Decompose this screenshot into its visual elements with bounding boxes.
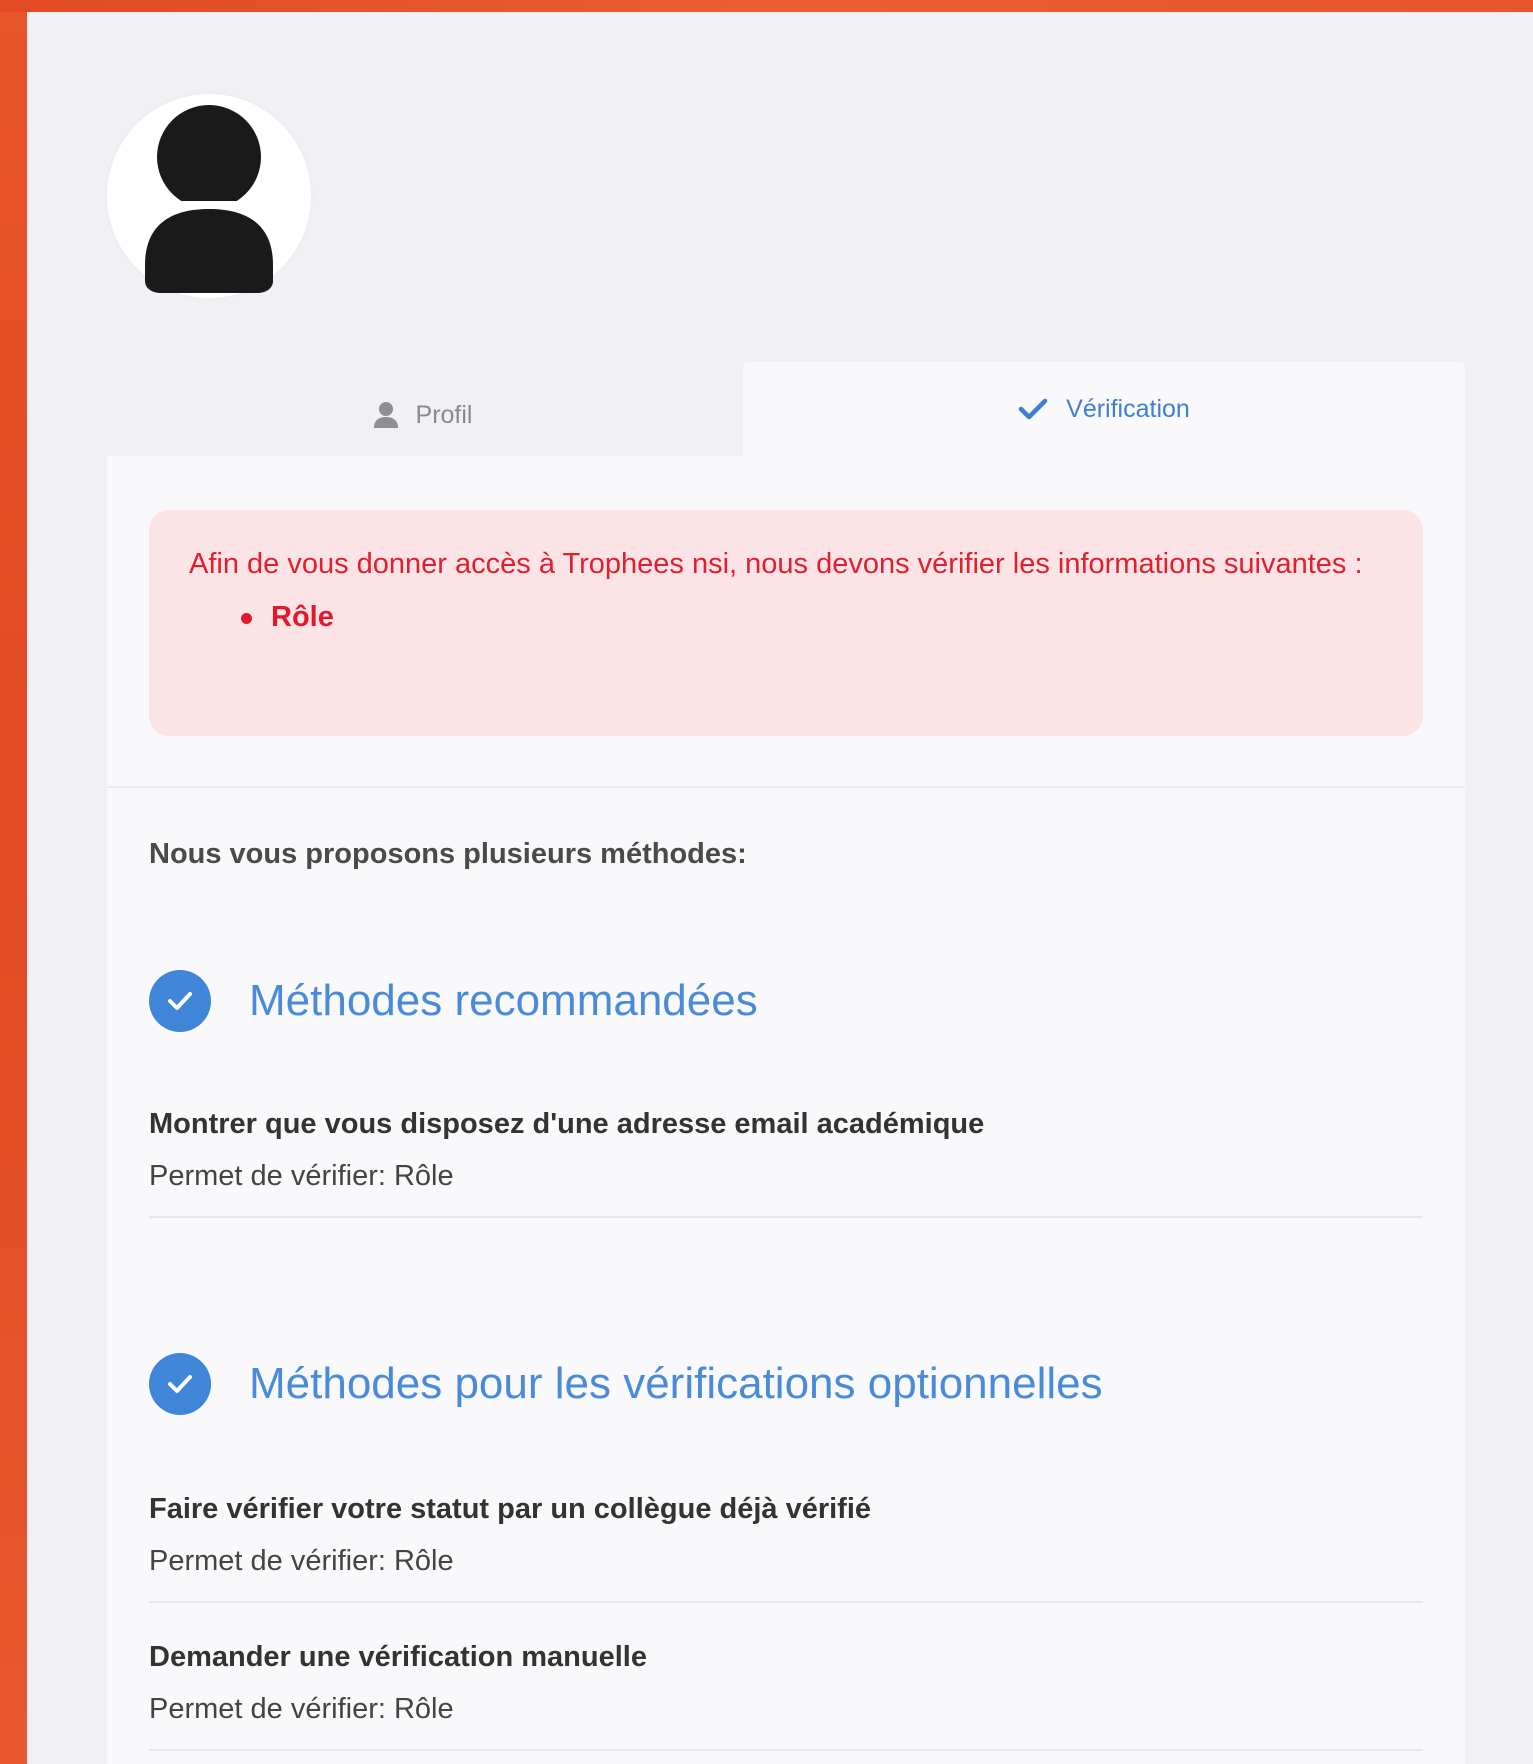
tab-verification[interactable]: Vérification [743,362,1465,456]
tab-verification-label: Vérification [1066,394,1190,423]
divider [107,786,1465,788]
method-subtitle: Permet de vérifier: Rôle [149,1160,454,1192]
tab-profile[interactable]: Profil [107,374,739,456]
orange-frame-left [0,0,27,1764]
method-subtitle: Permet de vérifier: Rôle [149,1693,454,1725]
alert-list-item: Rôle [241,591,1383,643]
section-title: Méthodes pour les vérifications optionne… [249,1359,1103,1408]
method-item[interactable]: Montrer que vous disposez d'une adresse … [149,1104,1423,1218]
check-circle-icon [149,1353,211,1415]
section-recommended-header: Méthodes recommandées [149,970,758,1032]
verification-card: Afin de vous donner accès à Trophees nsi… [107,456,1465,1764]
method-divider [149,1601,1423,1603]
methods-intro: Nous vous proposons plusieurs méthodes: [149,838,747,870]
orange-frame-top [0,0,1533,12]
method-subtitle: Permet de vérifier: Rôle [149,1545,454,1577]
alert-list: Rôle [189,591,1383,643]
user-icon [373,402,398,428]
method-divider [149,1216,1423,1218]
section-title: Méthodes recommandées [249,976,758,1025]
section-optional-header: Méthodes pour les vérifications optionne… [149,1353,1103,1415]
method-divider [149,1749,1423,1751]
verification-alert: Afin de vous donner accès à Trophees nsi… [149,510,1423,736]
user-silhouette-icon [139,105,279,293]
check-icon [1018,398,1048,420]
method-item[interactable]: Faire vérifier votre statut par un collè… [149,1489,1423,1603]
avatar[interactable] [107,94,311,298]
method-title: Demander une vérification manuelle [149,1641,647,1673]
alert-message: Afin de vous donner accès à Trophees nsi… [189,548,1363,580]
check-circle-icon [149,970,211,1032]
method-item[interactable]: Demander une vérification manuelle Perme… [149,1637,1423,1751]
method-title: Faire vérifier votre statut par un collè… [149,1493,872,1525]
tab-bar: Profil Vérification [107,362,1465,456]
tab-profile-label: Profil [415,400,473,429]
method-title: Montrer que vous disposez d'une adresse … [149,1108,985,1140]
page-background: Profil Vérification Afin de vous donner … [27,12,1533,1764]
